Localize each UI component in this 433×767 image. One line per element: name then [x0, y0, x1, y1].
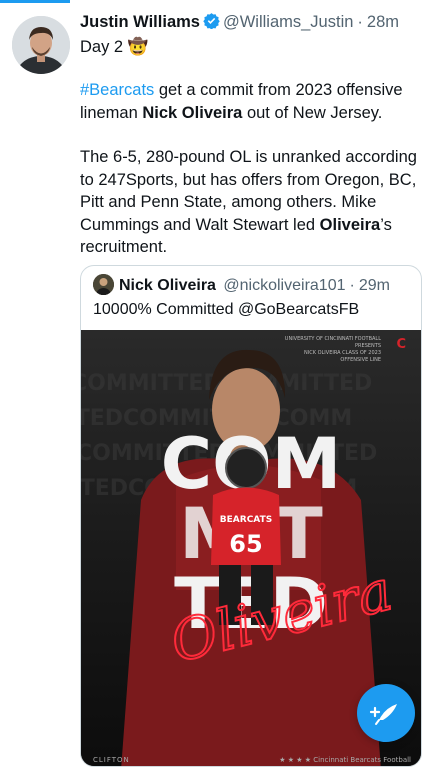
author-name[interactable]: Justin Williams	[80, 13, 200, 31]
poster-footer-right: ★ ★ ★ ★ Cincinnati Bearcats Football	[279, 756, 411, 764]
p2-bold: Oliveira	[319, 215, 381, 234]
quote-text: 10000% Committed @GoBearcatsFB	[93, 301, 360, 318]
hashtag-link[interactable]: #Bearcats	[80, 81, 154, 99]
separator-dot: ·	[357, 13, 363, 31]
poster-info-line-2: PRESENTS	[355, 343, 381, 349]
tweet-paragraph-2: The 6-5, 280-pound OL is unranked accord…	[80, 146, 425, 259]
quote-author-name[interactable]: Nick Oliveira	[119, 277, 216, 294]
quote-header: Nick Oliveira @nickoliveira101 · 29m	[93, 274, 390, 295]
tweet-paragraph-1: #Bearcats get a commit from 2023 offensi…	[80, 79, 425, 124]
author-handle[interactable]: @Williams_Justin	[223, 13, 353, 31]
tweet-first-line: Day 2 🤠	[80, 38, 149, 56]
p1-bold: Nick Oliveira	[142, 103, 243, 122]
compose-tweet-button[interactable]	[357, 684, 415, 742]
p1-text-b: out of New Jersey.	[242, 103, 383, 122]
tweet-time[interactable]: 28m	[367, 13, 399, 31]
tweet-header: Justin Williams @Williams_Justin · 28m	[80, 12, 425, 36]
poster-info-line-3: NICK OLIVEIRA CLASS OF 2023	[304, 350, 381, 356]
jersey-label: BEARCATS	[220, 515, 272, 525]
quote-separator: ·	[349, 277, 355, 294]
poster-info-line-1: UNIVERSITY OF CINCINNATI FOOTBALL	[285, 336, 381, 342]
quote-author-handle[interactable]: @nickoliveira101	[223, 277, 345, 294]
poster-info-line-4: OFFENSIVE LINE	[340, 357, 381, 363]
verified-badge-icon	[203, 13, 220, 29]
author-avatar[interactable]	[12, 16, 70, 74]
jersey-number: 65	[229, 530, 262, 558]
compose-icon	[369, 704, 397, 725]
quote-author-avatar[interactable]	[93, 274, 114, 295]
cincinnati-logo: C	[396, 337, 406, 352]
tweet-body: #Bearcats get a commit from 2023 offensi…	[80, 79, 425, 259]
active-tab-indicator	[0, 0, 70, 3]
quote-time[interactable]: 29m	[359, 277, 390, 294]
poster-footer-left: CLIFTON	[93, 756, 130, 764]
